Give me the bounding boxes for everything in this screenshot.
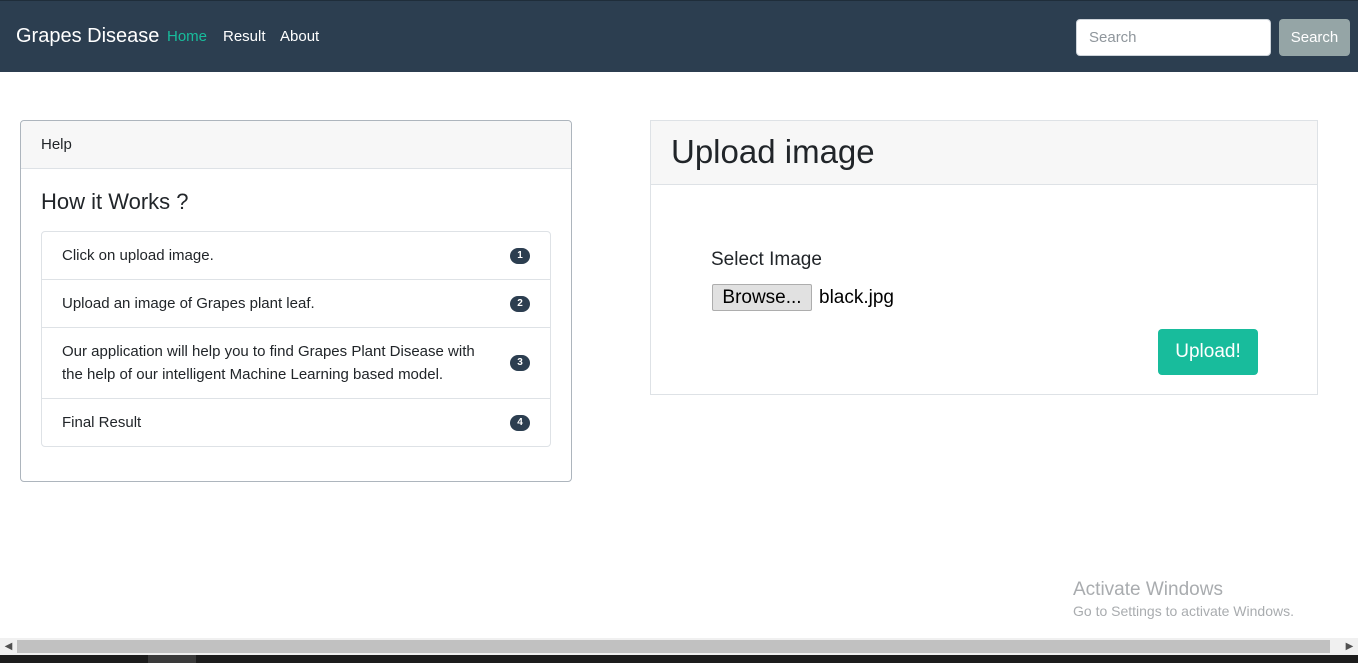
chevron-right-icon[interactable]: ▶ bbox=[1341, 638, 1358, 655]
taskbar bbox=[0, 655, 1358, 663]
horizontal-scrollbar[interactable]: ◀ ▶ bbox=[0, 638, 1358, 655]
activate-windows-subtitle: Go to Settings to activate Windows. bbox=[1073, 603, 1294, 619]
step-badge: 4 bbox=[510, 414, 530, 431]
help-title: How it Works ? bbox=[41, 189, 189, 214]
scrollbar-thumb[interactable] bbox=[17, 640, 1330, 653]
step-badge: 3 bbox=[510, 355, 530, 371]
upload-button[interactable]: Upload! bbox=[1158, 329, 1258, 375]
select-image-label: Select Image bbox=[711, 249, 822, 270]
activate-windows-title: Activate Windows bbox=[1073, 579, 1223, 600]
nav-link-result[interactable]: Result bbox=[223, 28, 266, 45]
step-text: Upload an image of Grapes plant leaf. bbox=[62, 295, 315, 312]
step-text: Click on upload image. bbox=[62, 247, 214, 264]
taskbar-app-button[interactable] bbox=[148, 655, 196, 663]
search-button[interactable]: Search bbox=[1279, 19, 1350, 56]
selected-file-name: black.jpg bbox=[819, 287, 894, 308]
upload-card-header: Upload image bbox=[651, 121, 1317, 185]
chevron-left-icon[interactable]: ◀ bbox=[0, 638, 17, 655]
list-item: Click on upload image. 1 bbox=[42, 232, 550, 280]
step-badge: 2 bbox=[510, 295, 530, 312]
navbar: Grapes Disease Home Result About Search bbox=[0, 0, 1358, 72]
list-item: Upload an image of Grapes plant leaf. 2 bbox=[42, 280, 550, 328]
list-item: Final Result 4 bbox=[42, 399, 550, 446]
brand-logo[interactable]: Grapes Disease bbox=[16, 25, 159, 48]
step-badge: 1 bbox=[510, 247, 530, 264]
nav-link-home[interactable]: Home bbox=[167, 28, 207, 45]
help-card: Help How it Works ? Click on upload imag… bbox=[20, 120, 572, 482]
help-card-header: Help bbox=[21, 121, 571, 169]
browse-button[interactable]: Browse... bbox=[712, 284, 812, 311]
search-input[interactable] bbox=[1076, 19, 1271, 56]
list-item: Our application will help you to find Gr… bbox=[42, 328, 550, 399]
step-text: Final Result bbox=[62, 414, 142, 431]
step-text: Our application will help you to find Gr… bbox=[62, 343, 475, 383]
steps-list: Click on upload image. 1 Upload an image… bbox=[41, 231, 551, 447]
upload-card: Upload image Select Image Browse... blac… bbox=[650, 120, 1318, 395]
nav-link-about[interactable]: About bbox=[280, 28, 319, 45]
